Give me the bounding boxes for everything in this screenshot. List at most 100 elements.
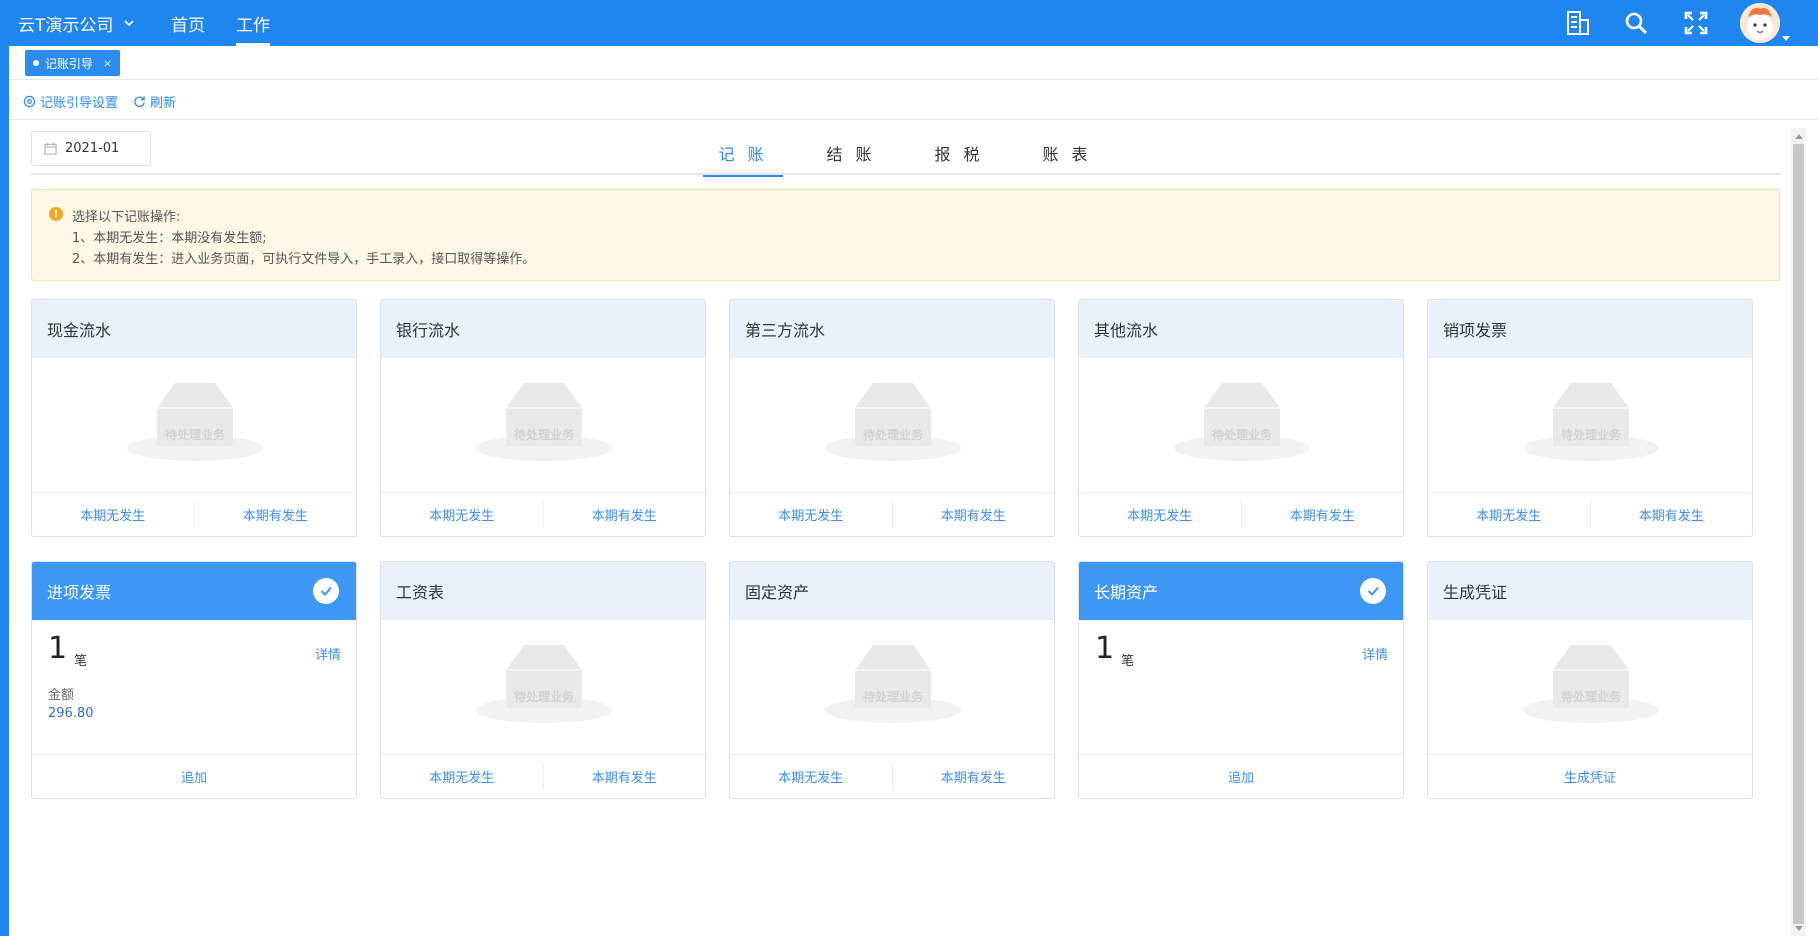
inbox-empty-icon xyxy=(825,645,961,723)
nav-work-label: 工作 xyxy=(236,15,270,36)
no-activity-button[interactable]: 本期无发生 xyxy=(381,755,543,798)
generate-voucher-button[interactable]: 生成凭证 xyxy=(1428,755,1752,798)
scroll-up-icon[interactable] xyxy=(1795,134,1803,139)
card-title: 生成凭证 xyxy=(1428,562,1752,620)
page-tab-bookkeeping-guide[interactable]: 记账引导 × xyxy=(25,50,121,76)
has-activity-button[interactable]: 本期有发生 xyxy=(891,763,1055,790)
card-footer: 生成凭证 xyxy=(1428,754,1752,798)
card-footer: 本期无发生 本期有发生 xyxy=(381,492,705,536)
card-generate-voucher: 生成凭证 待处理业务 生成凭证 xyxy=(1427,561,1753,799)
has-activity-button[interactable]: 本期有发生 xyxy=(542,501,706,528)
no-activity-button[interactable]: 本期无发生 xyxy=(32,493,194,536)
card-sales-invoice: 销项发票 待处理业务 本期无发生 本期有发生 xyxy=(1427,299,1753,537)
amount-label: 金额 xyxy=(48,688,75,703)
period-picker[interactable]: 2021-01 xyxy=(31,131,151,166)
tab-reports[interactable]: 账 表 xyxy=(1027,131,1107,175)
check-icon[interactable] xyxy=(313,578,339,604)
inbox-empty-icon xyxy=(1523,645,1659,723)
inbox-empty-icon xyxy=(825,383,961,461)
tab-bookkeeping[interactable]: 记 账 xyxy=(703,131,783,177)
no-activity-button[interactable]: 本期无发生 xyxy=(730,755,892,798)
empty-placeholder: 待处理业务 xyxy=(125,380,265,470)
tab-tax-label: 报 税 xyxy=(934,145,984,164)
nav-home[interactable]: 首页 xyxy=(171,0,205,46)
card-payroll: 工资表 待处理业务 本期无发生 本期有发生 xyxy=(380,561,706,799)
refresh-icon xyxy=(134,95,145,107)
nav-work[interactable]: 工作 xyxy=(236,0,270,46)
notice-title: 选择以下记账操作: xyxy=(72,210,181,225)
add-button[interactable]: 追加 xyxy=(1079,755,1403,798)
calendar-icon xyxy=(44,142,57,155)
empty-placeholder: 待处理业务 xyxy=(823,380,963,470)
scroll-down-icon[interactable] xyxy=(1795,926,1803,931)
empty-placeholder: 待处理业务 xyxy=(1521,642,1661,732)
empty-label: 待处理业务 xyxy=(1211,428,1272,442)
has-activity-button[interactable]: 本期有发生 xyxy=(542,763,706,790)
no-activity-button[interactable]: 本期无发生 xyxy=(381,493,543,536)
has-activity-button[interactable]: 本期有发生 xyxy=(891,501,1055,528)
card-title: 现金流水 xyxy=(32,300,356,358)
refresh-button[interactable]: 刷新 xyxy=(133,82,176,120)
empty-label: 待处理业务 xyxy=(1560,428,1621,442)
empty-label: 待处理业务 xyxy=(513,428,574,442)
has-activity-button[interactable]: 本期有发生 xyxy=(1240,501,1404,528)
nav-home-label: 首页 xyxy=(171,15,205,36)
empty-placeholder: 待处理业务 xyxy=(474,380,614,470)
company-name: 云T演示公司 xyxy=(18,15,114,36)
guide-settings-button[interactable]: 记账引导设置 xyxy=(23,82,118,120)
inbox-empty-icon xyxy=(1523,383,1659,461)
detail-link[interactable]: 详情 xyxy=(315,644,341,663)
page-tab-label: 记账引导 xyxy=(45,56,94,71)
card-purchase-invoice: 进项发票 1 笔 详情 金额 296.80 追加 xyxy=(31,561,357,799)
close-icon[interactable]: × xyxy=(103,57,112,70)
card-title: 销项发票 xyxy=(1428,300,1752,358)
record-count: 1 xyxy=(48,631,68,666)
empty-placeholder: 待处理业务 xyxy=(1521,380,1661,470)
no-activity-button[interactable]: 本期无发生 xyxy=(1079,493,1241,536)
no-activity-button[interactable]: 本期无发生 xyxy=(730,493,892,536)
card-other-flow: 其他流水 待处理业务 本期无发生 本期有发生 xyxy=(1078,299,1404,537)
inbox-empty-icon xyxy=(1174,383,1310,461)
record-count: 1 xyxy=(1095,631,1115,666)
guide-notice: ! 选择以下记账操作: 1、本期无发生：本期没有发生额; 2、本期有发生：进入业… xyxy=(31,189,1780,281)
tab-tax[interactable]: 报 税 xyxy=(919,131,999,175)
empty-label: 待处理业务 xyxy=(862,690,923,704)
avatar[interactable] xyxy=(1740,3,1780,43)
has-activity-button[interactable]: 本期有发生 xyxy=(1589,501,1753,528)
period-value: 2021-01 xyxy=(65,141,120,156)
check-icon[interactable] xyxy=(1360,578,1386,604)
card-title: 固定资产 xyxy=(730,562,1054,620)
tab-closing[interactable]: 结 账 xyxy=(811,131,891,175)
card-footer: 本期无发生 本期有发生 xyxy=(1079,492,1403,536)
detail-link[interactable]: 详情 xyxy=(1362,644,1388,663)
card-title: 银行流水 xyxy=(381,300,705,358)
no-activity-button[interactable]: 本期无发生 xyxy=(1428,493,1590,536)
search-icon[interactable] xyxy=(1621,8,1651,38)
card-footer: 本期无发生 本期有发生 xyxy=(1428,492,1752,536)
company-switcher[interactable]: 云T演示公司 xyxy=(18,0,135,46)
record-unit: 笔 xyxy=(1121,654,1135,669)
top-bar: 云T演示公司 首页 工作 xyxy=(0,0,1818,46)
action-bar: 记账引导设置 刷新 xyxy=(9,82,1818,120)
tab-bookkeeping-label: 记 账 xyxy=(718,145,768,164)
empty-label: 待处理业务 xyxy=(862,428,923,442)
empty-placeholder: 待处理业务 xyxy=(1172,380,1312,470)
building-icon[interactable] xyxy=(1563,8,1593,38)
scrollbar-thumb[interactable] xyxy=(1793,144,1804,924)
has-activity-button[interactable]: 本期有发生 xyxy=(193,501,357,528)
fullscreen-icon[interactable] xyxy=(1681,8,1711,38)
card-title: 工资表 xyxy=(381,562,705,620)
empty-placeholder: 待处理业务 xyxy=(474,642,614,732)
warning-icon: ! xyxy=(49,207,63,221)
inbox-empty-icon xyxy=(476,645,612,723)
card-title: 其他流水 xyxy=(1079,300,1403,358)
guide-settings-label: 记账引导设置 xyxy=(40,95,119,111)
avatar-caret-icon[interactable] xyxy=(1782,36,1790,41)
card-long-term-assets: 长期资产 1 笔 详情 追加 xyxy=(1078,561,1404,799)
card-cash-flow: 现金流水 待处理业务 本期无发生 本期有发生 xyxy=(31,299,357,537)
chevron-down-icon xyxy=(124,20,134,27)
amount-value: 296.80 xyxy=(48,706,94,721)
inbox-empty-icon xyxy=(476,383,612,461)
add-button[interactable]: 追加 xyxy=(32,755,356,798)
card-footer: 追加 xyxy=(1079,754,1403,798)
